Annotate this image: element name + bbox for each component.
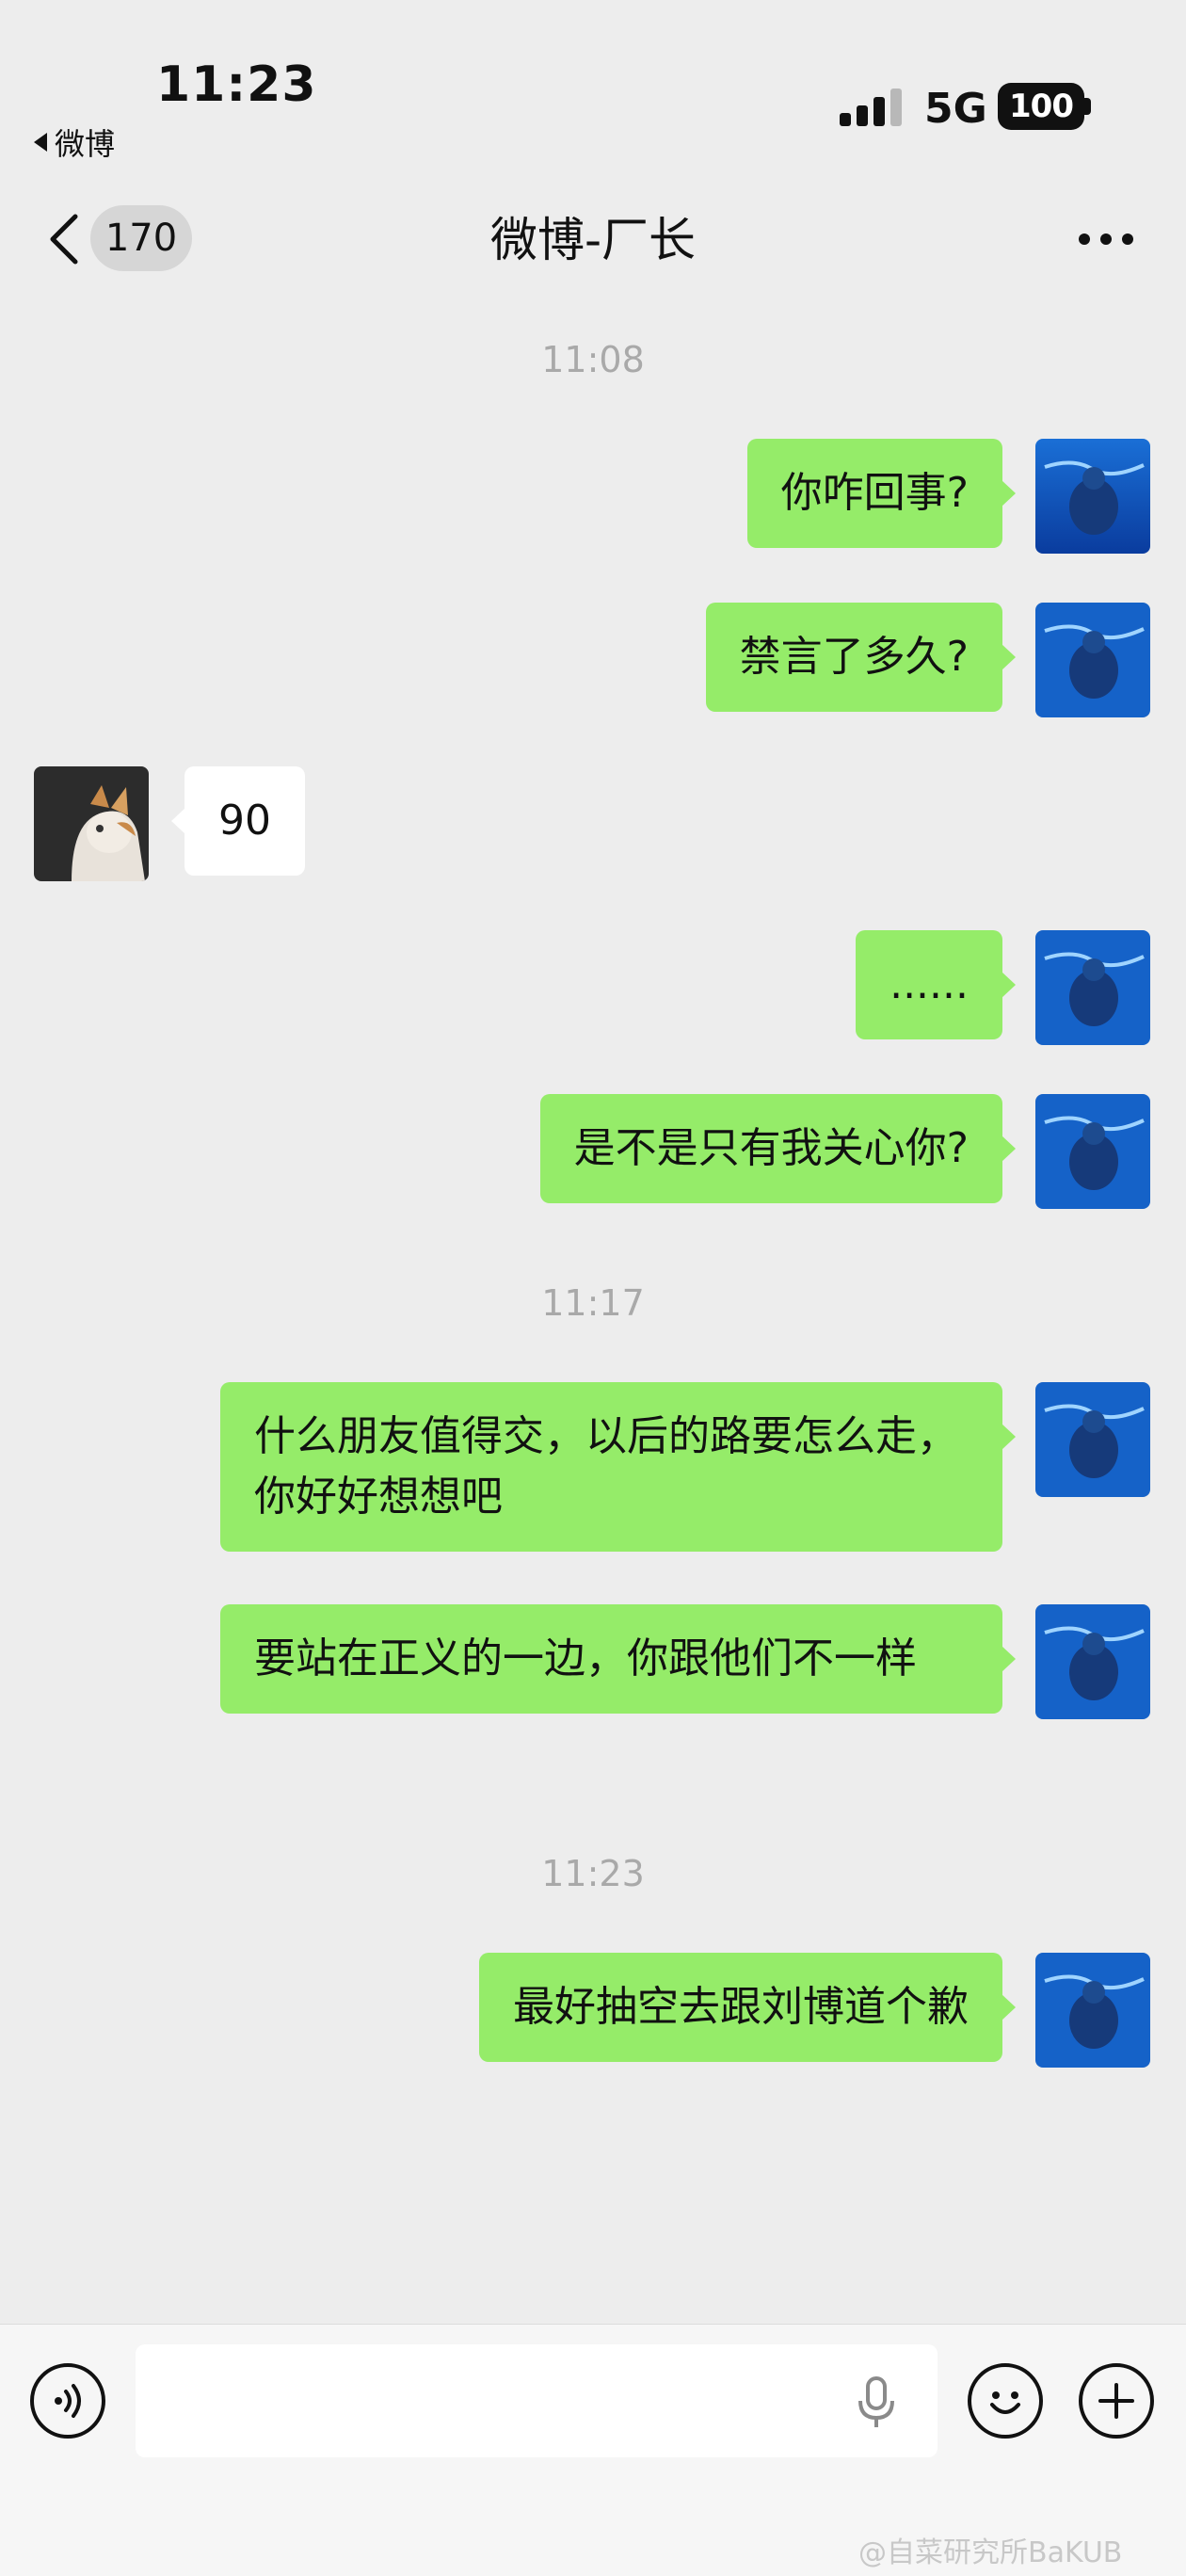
my-avatar[interactable] [1035,1604,1150,1719]
my-avatar[interactable] [1035,603,1150,717]
back-app-label: 微博 [55,126,116,162]
chat-title: 微博-厂长 [489,213,697,267]
mic-icon[interactable] [851,2375,902,2431]
sent-message-bubble[interactable]: 你咋回事? [746,439,1017,548]
message-input[interactable] [136,2344,938,2457]
my-avatar[interactable] [1035,1094,1150,1209]
plus-icon[interactable] [1079,2363,1154,2439]
my-avatar[interactable] [1035,1953,1150,2068]
sent-message-bubble[interactable]: 什么朋友值得交，以后的路要怎么走，你好好想想吧 [220,1382,1016,1552]
received-message-bubble[interactable]: 90 [171,766,305,876]
status-time: 11:23 [156,56,317,113]
battery-tip [1084,98,1091,115]
signal-icon [840,87,906,126]
watermark: @自菜研究所BaKUB [858,2536,1123,2569]
voice-icon[interactable] [30,2363,105,2439]
contact-avatar[interactable] [34,766,149,881]
sent-message-bubble[interactable]: ...... [856,930,1016,1039]
back-to-app[interactable]: 微博 [34,121,115,164]
sent-message-bubble[interactable]: 是不是只有我关心你? [539,1094,1017,1203]
more-options-icon[interactable] [1079,233,1133,247]
my-avatar[interactable] [1035,1382,1150,1497]
back-triangle-icon [34,133,47,152]
network-type: 5G [924,85,987,133]
sent-message-bubble[interactable]: 禁言了多久? [705,603,1017,712]
sent-message-bubble[interactable]: 最好抽空去跟刘博道个歉 [479,1953,1016,2062]
emoji-icon[interactable] [968,2363,1043,2439]
timestamp: 11:23 [541,1853,645,1894]
my-avatar[interactable] [1035,439,1150,554]
timestamp: 11:08 [541,339,645,380]
timestamp: 11:17 [541,1282,645,1324]
my-avatar[interactable] [1035,930,1150,1045]
sent-message-bubble[interactable]: 要站在正义的一边，你跟他们不一样 [220,1604,1016,1714]
battery-icon: 100 [998,83,1084,130]
